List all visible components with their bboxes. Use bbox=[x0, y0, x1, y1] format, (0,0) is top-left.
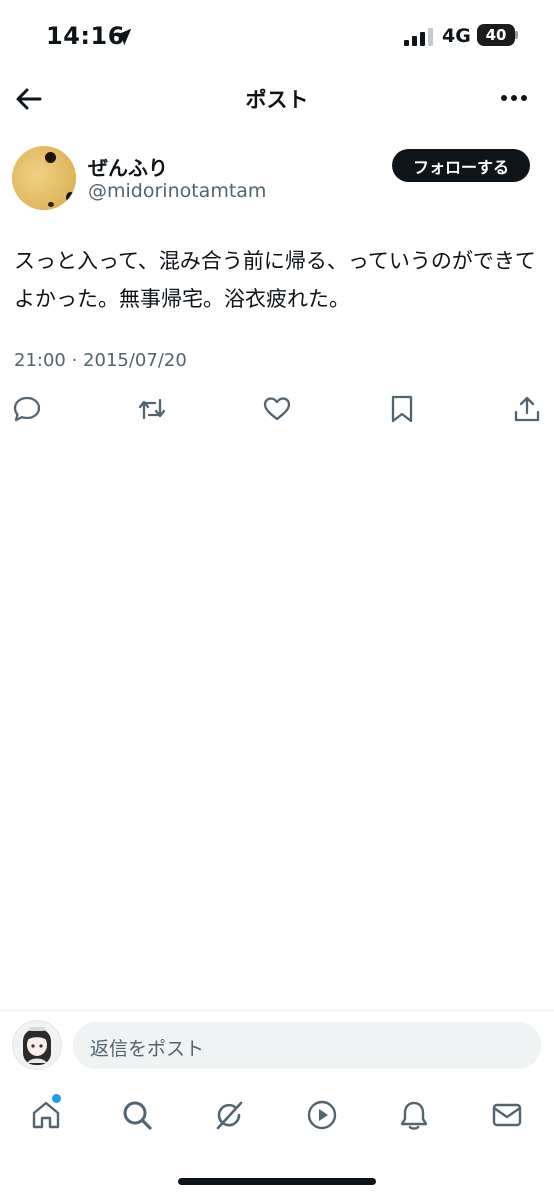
home-indicator bbox=[178, 1178, 376, 1185]
author-avatar[interactable] bbox=[12, 146, 76, 210]
bookmark-icon[interactable] bbox=[387, 394, 417, 424]
tweet-text: スっと入って、混み合う前に帰る、っていうのができてよかった。無事帰宅。浴衣疲れた… bbox=[14, 249, 536, 311]
reply-placeholder: 返信をポスト bbox=[90, 1038, 205, 1060]
retweet-icon[interactable] bbox=[137, 394, 167, 424]
search-icon[interactable] bbox=[120, 1098, 154, 1132]
location-arrow-icon bbox=[114, 28, 132, 46]
my-avatar bbox=[12, 1020, 62, 1070]
battery-cap bbox=[515, 31, 518, 39]
messages-icon[interactable] bbox=[490, 1098, 524, 1132]
home-notification-dot bbox=[52, 1094, 61, 1103]
reply-icon[interactable] bbox=[12, 394, 42, 424]
network-type: 4G bbox=[442, 25, 471, 47]
follow-button[interactable]: フォローする bbox=[392, 149, 530, 182]
share-icon[interactable] bbox=[512, 394, 542, 424]
cellular-signal-icon bbox=[404, 28, 433, 46]
grok-icon[interactable] bbox=[212, 1098, 246, 1132]
author-handle[interactable]: @midorinotamtam bbox=[88, 180, 266, 202]
notifications-icon[interactable] bbox=[397, 1098, 431, 1132]
battery-icon: 40 bbox=[477, 24, 515, 46]
page-title: ポスト bbox=[245, 88, 309, 112]
author-display-name[interactable]: ぜんふり bbox=[88, 152, 168, 181]
tweet-timestamp[interactable]: 21:00 · 2015/07/20 bbox=[14, 350, 187, 371]
home-icon[interactable] bbox=[29, 1098, 63, 1132]
reply-divider bbox=[0, 1010, 554, 1011]
more-options-icon[interactable] bbox=[498, 86, 530, 110]
video-icon[interactable] bbox=[305, 1098, 339, 1132]
like-icon[interactable] bbox=[262, 394, 292, 424]
